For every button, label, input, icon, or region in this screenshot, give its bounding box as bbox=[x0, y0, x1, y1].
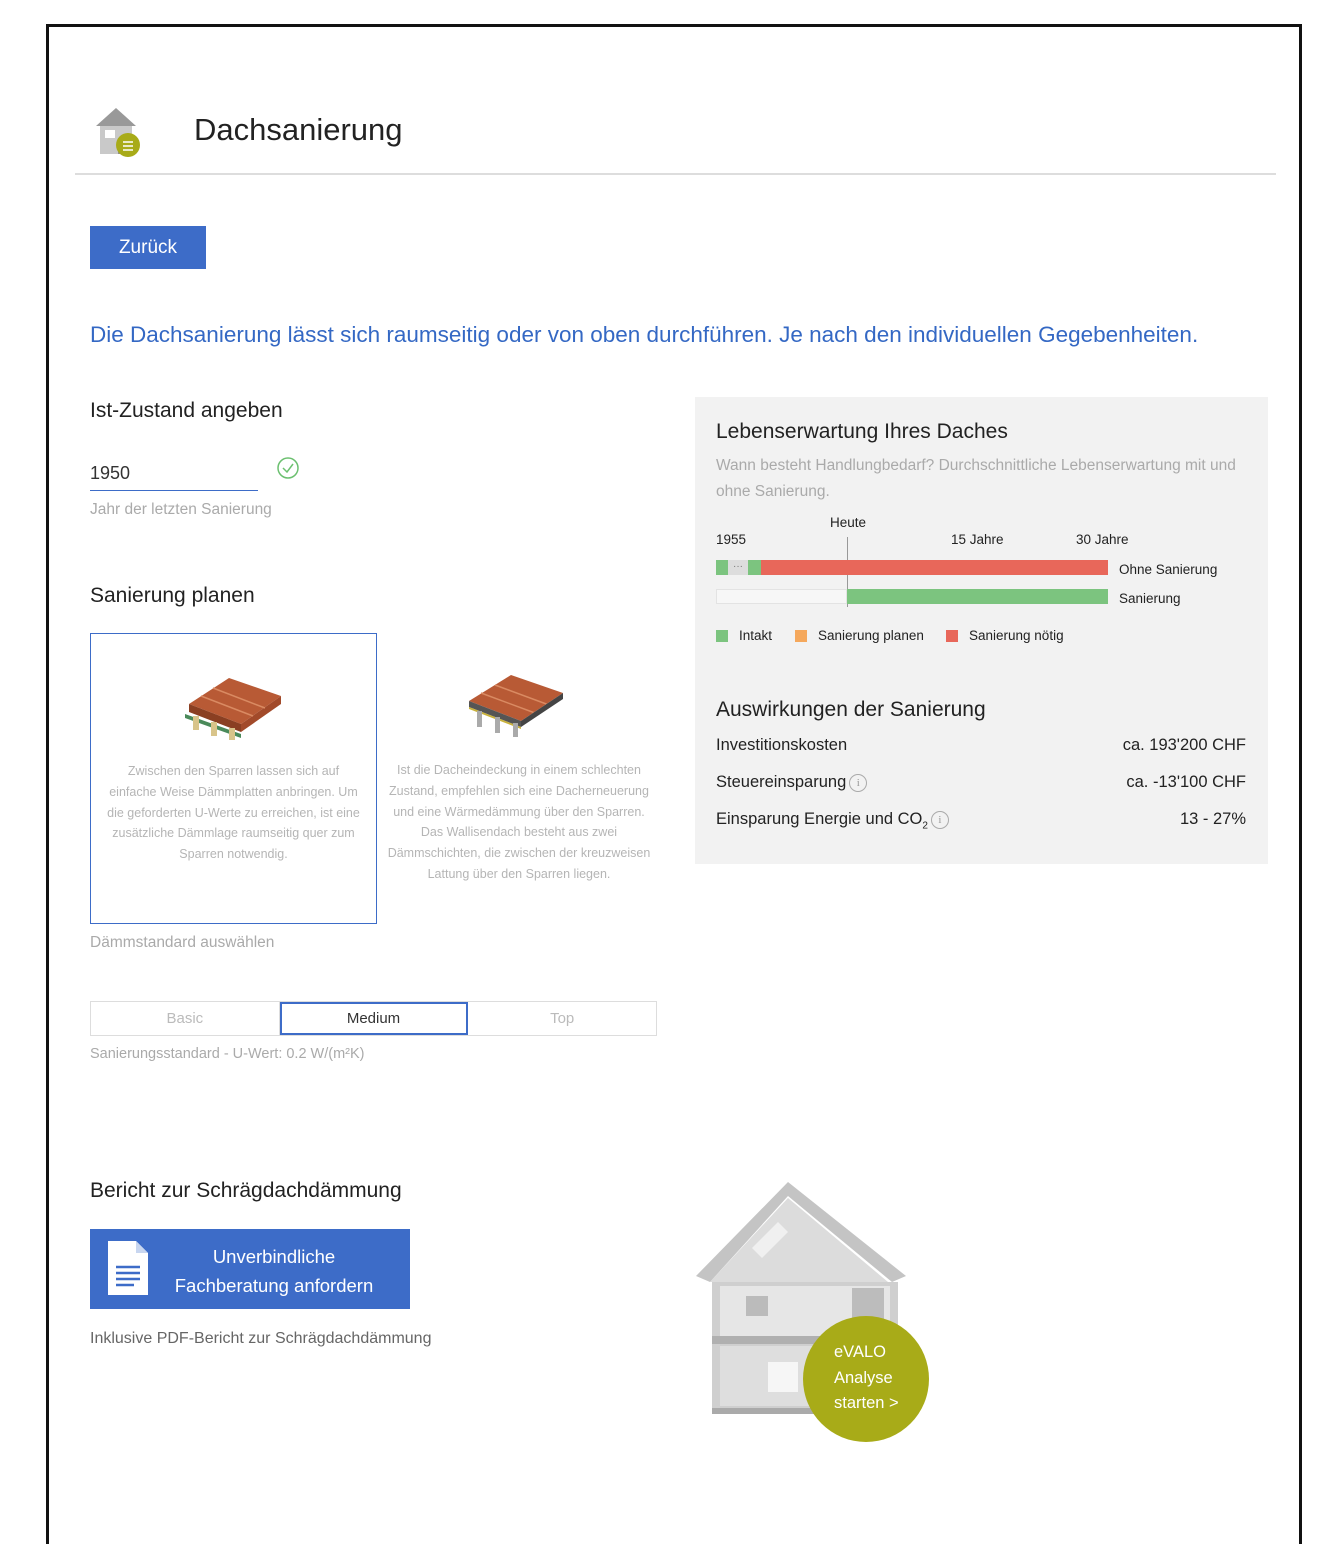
standard-hint: Dämmstandard auswählen bbox=[90, 934, 275, 951]
year-input[interactable] bbox=[90, 456, 258, 491]
report-heading: Bericht zur Schrägdachdämmung bbox=[90, 1179, 402, 1202]
energy-saving-value: 13 - 27% bbox=[1179, 810, 1246, 828]
30-years-label: 30 Jahre bbox=[1076, 532, 1129, 547]
option-card-between-rafters[interactable]: Zwischen den Sparren lassen sich auf ein… bbox=[90, 633, 377, 924]
roof-above-rafters-image bbox=[469, 675, 563, 737]
bar-intact-segment bbox=[716, 560, 728, 575]
tax-saving-value: ca. -13'100 CHF bbox=[1126, 773, 1246, 791]
document-icon bbox=[108, 1241, 148, 1295]
tax-saving-label: Steuereinsparung bbox=[716, 773, 847, 791]
bar-needed-segment bbox=[761, 560, 1108, 575]
option-description: Ist die Dacheindeckung in einem schlecht… bbox=[387, 763, 651, 881]
investment-value: ca. 193'200 CHF bbox=[1122, 736, 1246, 754]
standard-basic-button[interactable]: Basic bbox=[91, 1002, 280, 1035]
roof-between-rafters-image bbox=[185, 678, 281, 740]
info-icon[interactable]: i bbox=[930, 810, 949, 829]
legend-intact-swatch bbox=[716, 630, 728, 642]
effects-heading: Auswirkungen der Sanierung bbox=[716, 698, 986, 721]
year-hint: Jahr der letzten Sanierung bbox=[90, 501, 272, 518]
report-note: Inklusive PDF-Bericht zur Schrägdachdämm… bbox=[90, 1330, 432, 1347]
evalo-line-2: Analyse bbox=[834, 1368, 893, 1387]
check-circle-icon bbox=[277, 457, 299, 479]
request-line-1: Unverbindliche bbox=[212, 1246, 336, 1267]
bar-ellipsis: ··· bbox=[728, 560, 748, 575]
energy-saving-label: Einsparung Energie und CO bbox=[716, 810, 923, 828]
legend-plan-swatch bbox=[795, 630, 807, 642]
intro-text: Die Dachsanierung lässt sich raumseitig … bbox=[90, 322, 1199, 347]
standard-top-button[interactable]: Top bbox=[468, 1002, 657, 1035]
evalo-start-button[interactable]: eVALO Analyse starten > bbox=[803, 1316, 929, 1442]
back-button[interactable]: Zurück bbox=[90, 226, 206, 269]
request-consultation-button[interactable]: Unverbindliche Fachberatung anfordern bbox=[90, 1229, 410, 1309]
bar-intact-segment bbox=[748, 560, 761, 575]
page-title: Dachsanierung bbox=[194, 112, 403, 147]
co2-subscript: 2 bbox=[922, 820, 928, 832]
evalo-line-1: eVALO bbox=[834, 1343, 886, 1361]
lifespan-subtitle: Wann besteht Handlungbedarf? Durchschnit… bbox=[716, 457, 1236, 500]
energy-saving-row: Einsparung Energie und CO2i bbox=[716, 810, 949, 831]
standard-medium-button[interactable]: Medium bbox=[279, 1002, 469, 1035]
bar-past-segment bbox=[716, 589, 847, 604]
standard-note: Sanierungsstandard - U-Wert: 0.2 W/(m²K) bbox=[90, 1046, 365, 1062]
sanierung-heading: Sanierung planen bbox=[90, 584, 255, 607]
legend-needed-label: Sanierung nötig bbox=[969, 628, 1064, 643]
tax-saving-row: Steuereinsparung i bbox=[716, 773, 868, 792]
evalo-line-3: starten > bbox=[834, 1394, 899, 1412]
lifespan-panel: Lebenserwartung Ihres Daches Wann besteh… bbox=[695, 397, 1268, 864]
ist-zustand-heading: Ist-Zustand angeben bbox=[90, 399, 283, 422]
request-consultation-label: Unverbindliche Fachberatung anfordern bbox=[174, 1242, 374, 1300]
info-icon[interactable]: i bbox=[849, 773, 868, 792]
investment-label: Investitionskosten bbox=[716, 736, 848, 754]
lifespan-heading: Lebenserwartung Ihres Daches bbox=[716, 420, 1008, 443]
evalo-label: eVALO Analyse starten > bbox=[834, 1340, 899, 1417]
house-icon bbox=[96, 108, 140, 157]
standard-selector: Basic Medium Top bbox=[90, 1001, 657, 1036]
header-divider bbox=[75, 173, 1276, 175]
bar-renovated-segment bbox=[847, 589, 1108, 604]
option-description: Zwischen den Sparren lassen sich auf ein… bbox=[107, 764, 360, 862]
request-line-2: Fachberatung anfordern bbox=[174, 1275, 374, 1296]
legend-intact-label: Intakt bbox=[739, 628, 773, 643]
today-label: Heute bbox=[830, 515, 867, 530]
legend-needed-swatch bbox=[946, 630, 958, 642]
option-card-above-rafters[interactable]: Ist die Dacheindeckung in einem schlecht… bbox=[383, 633, 655, 924]
legend-plan-label: Sanierung planen bbox=[818, 628, 924, 643]
15-years-label: 15 Jahre bbox=[951, 532, 1004, 547]
start-year-label: 1955 bbox=[716, 532, 747, 547]
row-without-renovation-label: Ohne Sanierung bbox=[1119, 562, 1218, 577]
row-renovation-label: Sanierung bbox=[1119, 591, 1181, 606]
